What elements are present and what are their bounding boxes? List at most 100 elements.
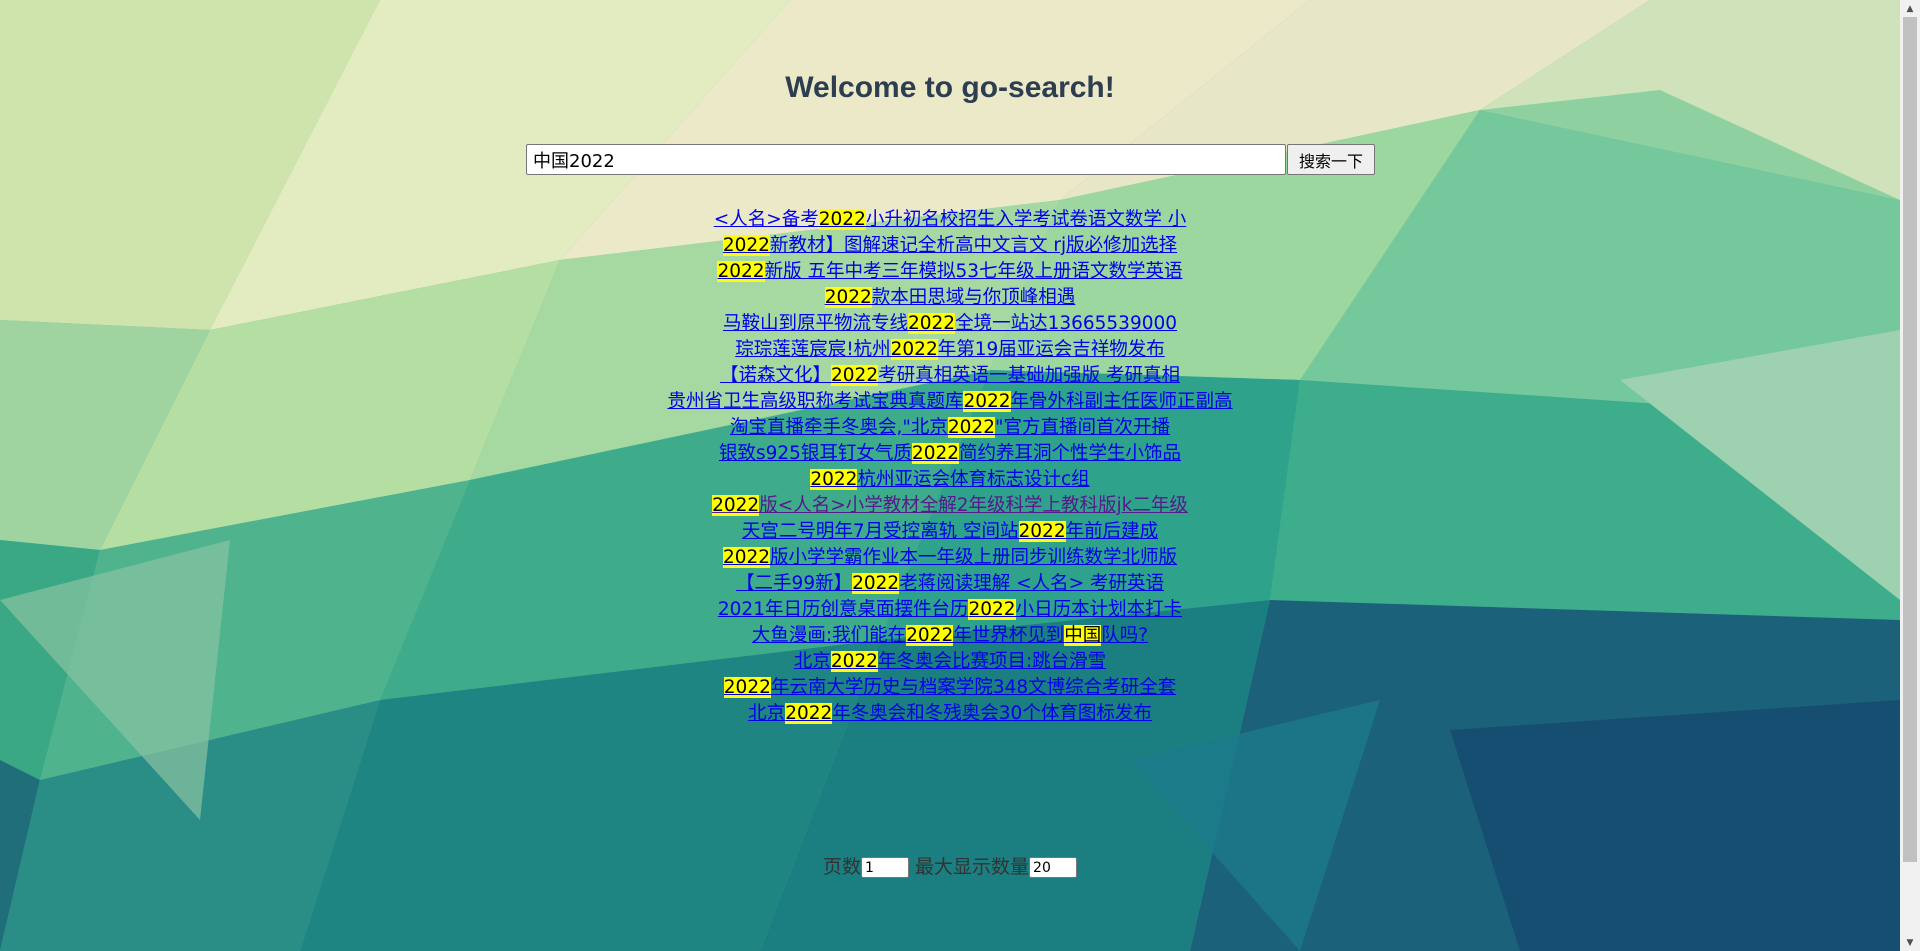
result-item: 2022新教材】图解速记全析高中文言文 rj版必修加选择	[0, 233, 1900, 259]
result-text: 年云南大学历史与档案学院348文博综合考研全套	[770, 677, 1177, 698]
highlighted-term: 2022	[717, 261, 765, 282]
result-text: 老蒋阅读理解 <人名> 考研英语	[899, 573, 1164, 594]
result-link[interactable]: 2022新教材】图解速记全析高中文言文 rj版必修加选择	[722, 235, 1178, 256]
result-item: 2022杭州亚运会体育标志设计c组	[0, 467, 1900, 493]
result-text: 马鞍山到原平物流专线	[722, 313, 908, 334]
result-item: 贵州省卫生高级职称考试宝典真题库2022年骨外科副主任医师正副高	[0, 389, 1900, 415]
result-link[interactable]: 2022年云南大学历史与档案学院348文博综合考研全套	[723, 677, 1177, 698]
result-item: 马鞍山到原平物流专线2022全境一站达13665539000	[0, 311, 1900, 337]
result-item: 北京2022年冬奥会比赛项目:跳台滑雪	[0, 649, 1900, 675]
result-link[interactable]: 琮琮莲莲宸宸!杭州2022年第19届亚运会吉祥物发布	[735, 339, 1165, 360]
result-text: 小升初名校招生入学考试卷语文数学 小	[865, 209, 1187, 230]
result-link[interactable]: 北京2022年冬奥会比赛项目:跳台滑雪	[794, 651, 1106, 672]
result-item: <人名>备考2022小升初名校招生入学考试卷语文数学 小	[0, 207, 1900, 233]
result-text: <人名>备考	[713, 209, 819, 230]
result-item: 2022新版 五年中考三年模拟53七年级上册语文数学英语	[0, 259, 1900, 285]
result-text: 年冬奥会比赛项目:跳台滑雪	[877, 651, 1107, 672]
result-text: 考研真相英语一基础加强版 考研真相	[878, 365, 1180, 386]
result-list: <人名>备考2022小升初名校招生入学考试卷语文数学 小 2022新教材】图解速记…	[0, 207, 1900, 727]
highlighted-term: 2022	[722, 547, 771, 568]
page-number-label: 页数	[822, 856, 861, 878]
page-number-input[interactable]	[860, 857, 909, 878]
result-text: 北京	[793, 651, 831, 672]
result-text: 银致s925银耳钉女气质	[718, 443, 912, 464]
result-link[interactable]: 银致s925银耳钉女气质2022简约养耳洞个性学生小饰品	[719, 443, 1181, 464]
result-text: 2021年日历创意桌面摆件台历	[717, 599, 969, 620]
result-text: 北京	[748, 703, 786, 724]
highlighted-term: 2022	[810, 469, 858, 490]
highlighted-term: 2022	[890, 339, 938, 360]
max-results-label: 最大显示数量	[915, 856, 1030, 878]
result-item: 琮琮莲莲宸宸!杭州2022年第19届亚运会吉祥物发布	[0, 337, 1900, 363]
highlighted-term: 2022	[818, 209, 866, 230]
result-text: 【二手99新】	[736, 573, 853, 594]
result-link[interactable]: 2022版小学学霸作业本一年级上册同步训练数学北师版	[722, 547, 1177, 568]
result-item: 2022款本田思域与你顶峰相遇	[0, 285, 1900, 311]
result-link[interactable]: 天宫二号明年7月受控离轨 空间站2022年前后建成	[742, 521, 1158, 542]
highlighted-term: 2022	[722, 235, 770, 256]
result-text: 版<人名>小学教材全解2年级科学上教科版jk二年级	[759, 495, 1188, 516]
highlighted-term: 2022	[831, 365, 879, 386]
result-link[interactable]: 马鞍山到原平物流专线2022全境一站达13665539000	[723, 313, 1177, 334]
result-item: 2021年日历创意桌面摆件台历2022小日历本计划本打卡	[0, 597, 1900, 623]
result-link[interactable]: 北京2022年冬奥会和冬残奥会30个体育图标发布	[748, 703, 1152, 724]
result-link[interactable]: 2022款本田思域与你顶峰相遇	[824, 287, 1076, 308]
result-item: 淘宝直播牵手冬奥会,"北京2022"官方直播间首次开播	[0, 415, 1900, 441]
result-text: 贵州省卫生高级职称考试宝典真题库	[667, 391, 964, 412]
page-title: Welcome to go-search!	[785, 71, 1115, 104]
result-link[interactable]: 2022杭州亚运会体育标志设计c组	[810, 469, 1090, 490]
result-text: 淘宝直播牵手冬奥会,"北京	[729, 417, 948, 438]
result-link[interactable]: <人名>备考2022小升初名校招生入学考试卷语文数学 小	[713, 209, 1187, 230]
result-item: 北京2022年冬奥会和冬残奥会30个体育图标发布	[0, 701, 1900, 727]
triangle-down-icon[interactable]: ▼	[1900, 934, 1920, 951]
result-text: 【诺森文化】	[720, 365, 832, 386]
main-content: Welcome to go-search! 搜索一下 <人名>备考2022小升初…	[0, 0, 1900, 951]
highlighted-term: 2022	[963, 391, 1011, 412]
highlighted-term: 2022	[785, 703, 833, 724]
result-item: 2022版小学学霸作业本一年级上册同步训练数学北师版	[0, 545, 1900, 571]
highlighted-term: 2022	[723, 677, 771, 698]
result-link[interactable]: 贵州省卫生高级职称考试宝典真题库2022年骨外科副主任医师正副高	[667, 391, 1233, 412]
vertical-scrollbar[interactable]: ▲ ▼	[1900, 0, 1920, 951]
highlighted-term: 2022	[906, 625, 954, 646]
result-link[interactable]: 大鱼漫画:我们能在2022年世界杯见到中国队吗?	[752, 625, 1148, 646]
search-button[interactable]: 搜索一下	[1287, 144, 1375, 175]
search-input[interactable]	[526, 144, 1286, 175]
result-link[interactable]: 2021年日历创意桌面摆件台历2022小日历本计划本打卡	[718, 599, 1182, 620]
highlighted-term: 中国	[1064, 625, 1102, 646]
highlighted-term: 2022	[911, 443, 960, 464]
result-text: 年第19届亚运会吉祥物发布	[937, 339, 1165, 360]
result-text: 小日历本计划本打卡	[1015, 599, 1183, 620]
highlighted-term: 2022	[968, 599, 1016, 620]
result-text: 年骨外科副主任医师正副高	[1010, 391, 1233, 412]
result-text: 新教材】图解速记全析高中文言文 rj版必修加选择	[769, 235, 1178, 256]
result-text: 年世界杯见到	[953, 625, 1065, 646]
result-item: 2022年云南大学历史与档案学院348文博综合考研全套	[0, 675, 1900, 701]
result-text: 款本田思域与你顶峰相遇	[871, 287, 1076, 308]
highlighted-term: 2022	[712, 495, 760, 516]
pagination-controls: 页数 最大显示数量	[0, 852, 1900, 879]
result-text: 简约养耳洞个性学生小饰品	[959, 443, 1182, 464]
result-item: 天宫二号明年7月受控离轨 空间站2022年前后建成	[0, 519, 1900, 545]
highlighted-term: 2022	[852, 573, 900, 594]
search-form: 搜索一下	[526, 143, 1375, 176]
highlighted-term: 2022	[1018, 521, 1066, 542]
result-text: "官方直播间首次开播	[994, 417, 1170, 438]
highlighted-term: 2022	[824, 287, 872, 308]
result-link[interactable]: 淘宝直播牵手冬奥会,"北京2022"官方直播间首次开播	[730, 417, 1170, 438]
result-link[interactable]: 2022版<人名>小学教材全解2年级科学上教科版jk二年级	[712, 495, 1188, 516]
highlighted-term: 2022	[947, 417, 995, 438]
result-text: 琮琮莲莲宸宸!杭州	[735, 339, 891, 360]
result-link[interactable]: 【二手99新】2022老蒋阅读理解 <人名> 考研英语	[736, 573, 1164, 594]
max-results-input[interactable]	[1029, 857, 1078, 878]
result-link[interactable]: 2022新版 五年中考三年模拟53七年级上册语文数学英语	[717, 261, 1183, 282]
result-item: 【诺森文化】2022考研真相英语一基础加强版 考研真相	[0, 363, 1900, 389]
scrollbar-thumb[interactable]	[1903, 17, 1917, 862]
result-item: 大鱼漫画:我们能在2022年世界杯见到中国队吗?	[0, 623, 1900, 649]
result-text: 天宫二号明年7月受控离轨 空间站	[741, 521, 1019, 542]
result-item: 银致s925银耳钉女气质2022简约养耳洞个性学生小饰品	[0, 441, 1900, 467]
highlighted-term: 2022	[907, 313, 956, 334]
triangle-up-icon[interactable]: ▲	[1900, 0, 1920, 17]
result-link[interactable]: 【诺森文化】2022考研真相英语一基础加强版 考研真相	[720, 365, 1180, 386]
result-item: 【二手99新】2022老蒋阅读理解 <人名> 考研英语	[0, 571, 1900, 597]
